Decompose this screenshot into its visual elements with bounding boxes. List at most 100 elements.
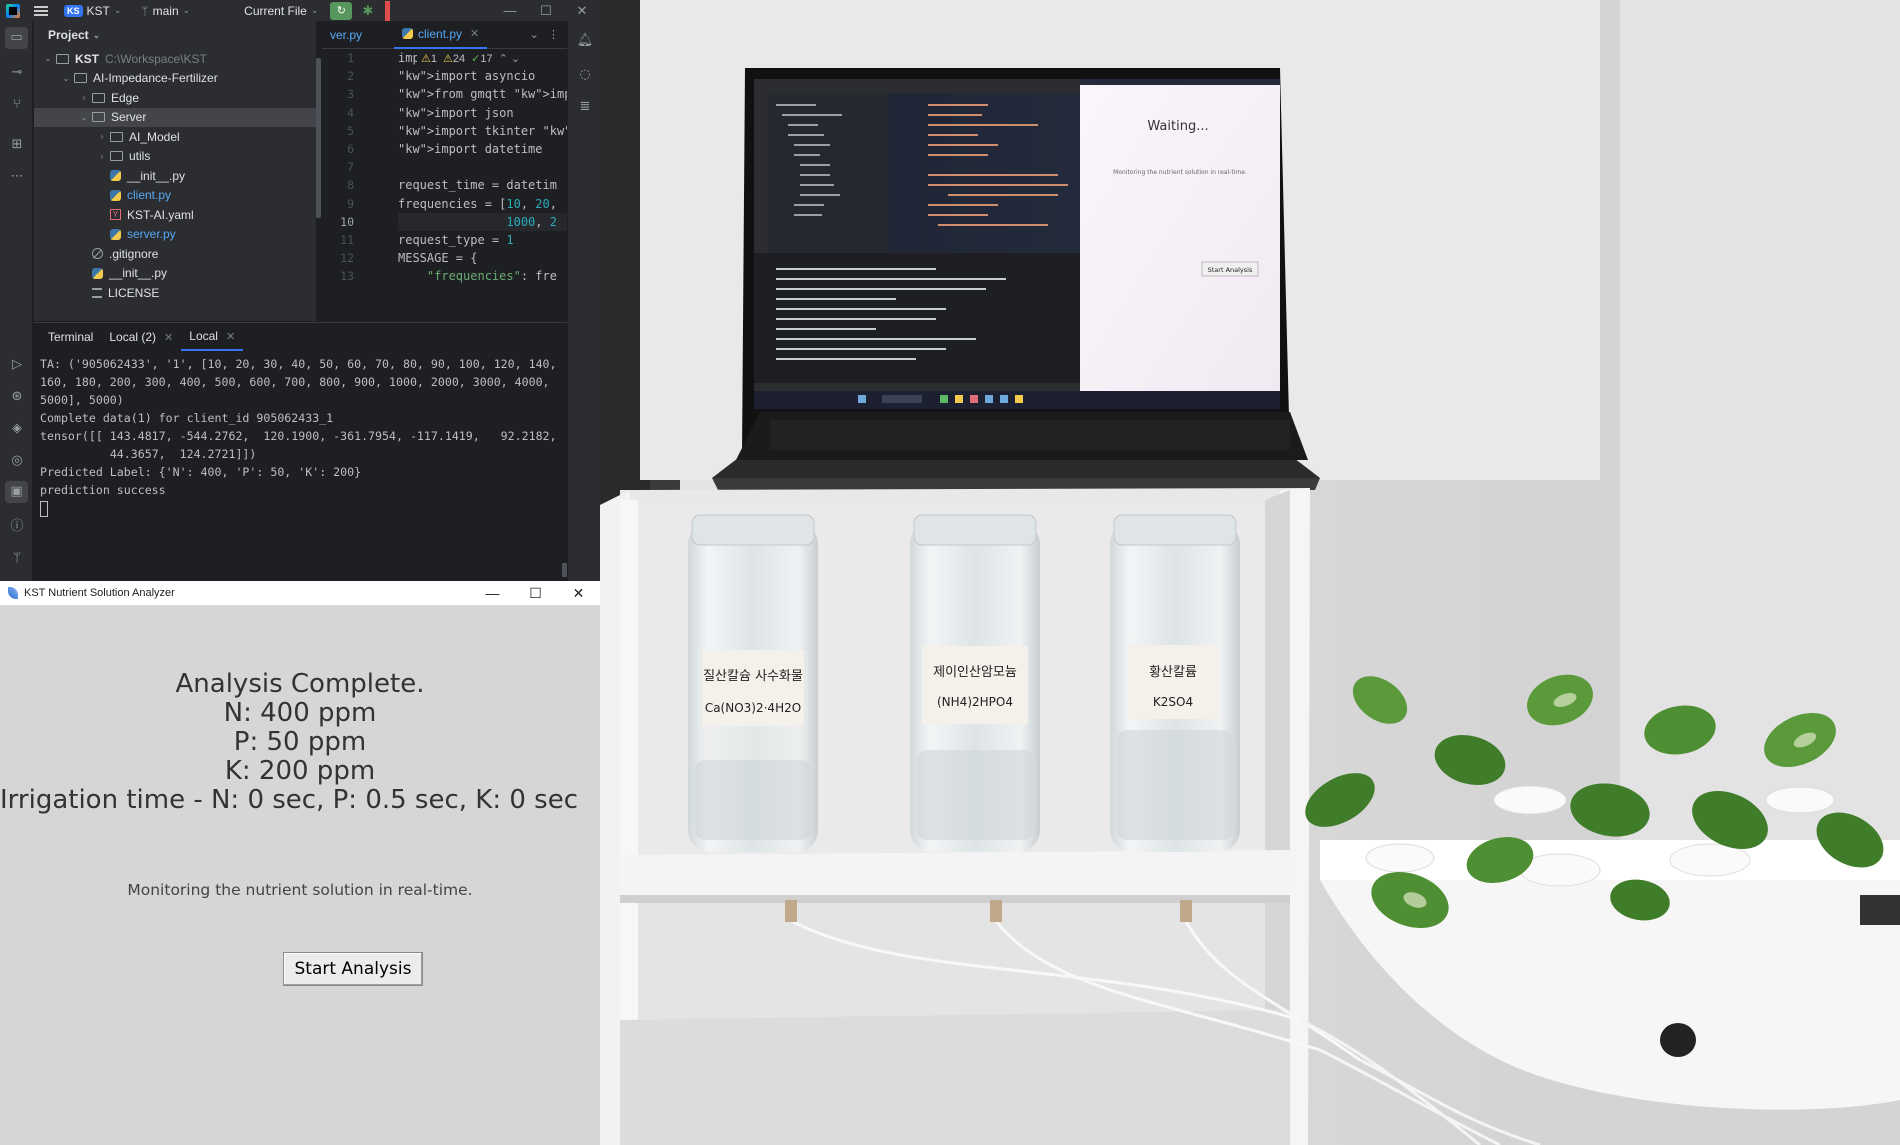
notifications-icon[interactable]: 🔔︎ xyxy=(576,33,594,49)
tree-item[interactable]: › Edge xyxy=(34,88,316,108)
code-line[interactable]: "kw">from gmqtt "kw">import Clie xyxy=(398,85,567,103)
code-line[interactable]: "kw">import tkinter "kw">as tk xyxy=(398,122,567,140)
terminal-line: 44.3657, 124.2721]]) xyxy=(40,447,257,461)
chevron-right-icon[interactable]: › xyxy=(78,93,90,102)
code-line[interactable]: request_type = 1 xyxy=(398,231,567,249)
database-icon[interactable]: ≣ xyxy=(576,99,594,115)
tree-item[interactable]: ⌄ AI-Impedance-Fertilizer xyxy=(34,69,316,89)
project-switcher[interactable]: KS KST ⌄ xyxy=(58,0,127,21)
tree-item[interactable]: __init__.py xyxy=(34,264,316,284)
project-panel: Project ⌄ ⌄ KST C:\Workspace\KST ⌄ AI-Impeda… xyxy=(34,21,316,321)
python-console-icon[interactable]: ⊛ xyxy=(8,389,26,405)
tree-item[interactable]: LICENSE xyxy=(34,283,316,303)
rerun-button[interactable]: ↻ xyxy=(330,1,353,20)
terminal-line: Complete data(1) for client_id 905062433… xyxy=(40,411,334,425)
tree-item[interactable]: server.py xyxy=(34,225,316,245)
run-tool-icon[interactable]: ▷ xyxy=(8,357,26,373)
stop-indicator[interactable] xyxy=(385,0,391,21)
services-icon[interactable]: ◎ xyxy=(8,453,26,469)
project-tool-icon[interactable]: ▭ xyxy=(5,27,28,49)
chevron-down-icon[interactable]: ⌄ xyxy=(60,74,72,83)
tree-item[interactable]: ⌄ KST C:\Workspace\KST xyxy=(34,49,316,69)
code-line[interactable] xyxy=(398,158,567,176)
branch-icon: ᛘ xyxy=(141,3,149,18)
chevron-down-icon[interactable]: ⌄ xyxy=(78,113,90,122)
tree-item[interactable]: › AI_Model xyxy=(34,127,316,147)
chevron-right-icon[interactable]: › xyxy=(96,132,108,141)
project-panel-header[interactable]: Project ⌄ xyxy=(34,21,316,49)
project-scrollbar[interactable] xyxy=(316,58,321,218)
close-tab-icon[interactable]: ✕ xyxy=(226,330,235,343)
status-message: Monitoring the nutrient solution in real… xyxy=(127,881,473,899)
tree-item[interactable]: client.py xyxy=(34,186,316,206)
setup-photo: Waiting... Monitoring the nutrient solut… xyxy=(600,0,1900,1145)
project-tree: ⌄ KST C:\Workspace\KST ⌄ AI-Impedance-Fertil… xyxy=(34,49,316,303)
project-panel-title: Project xyxy=(48,28,89,42)
jar-3: 황산칼륨 K2SO4 xyxy=(1110,514,1240,852)
inspections-widget[interactable]: ⚠1 ⚠24 ✓17 ⌃ ⌄ xyxy=(417,52,525,65)
chevron-right-icon[interactable]: › xyxy=(96,152,108,161)
tree-item[interactable]: __init__.py xyxy=(34,166,316,186)
tree-item[interactable]: ⌄ Server xyxy=(34,107,316,127)
tk-feather-icon xyxy=(8,587,18,599)
more-tools-icon[interactable]: ⋯ xyxy=(8,169,26,185)
code-line[interactable]: "kw">import asyncio xyxy=(398,67,567,85)
minimize-icon[interactable]: — xyxy=(471,585,514,602)
tab-local[interactable]: Local ✕ xyxy=(181,323,244,351)
commit-icon[interactable]: ⊸ xyxy=(8,65,26,81)
branch-switcher[interactable]: ᛘ main ⌄ xyxy=(135,0,196,21)
navigate-arrows-icon[interactable]: ⌃ ⌄ xyxy=(499,52,521,65)
terminal-output[interactable]: TA: ('905062433', '1', [10, 20, 30, 40, … xyxy=(34,351,567,521)
code-line[interactable]: 1000, 2 xyxy=(398,212,567,231)
pycharm-logo-icon xyxy=(6,3,20,18)
close-icon[interactable]: ✕ xyxy=(557,585,600,602)
code-line[interactable]: "frequencies": fre xyxy=(398,267,567,285)
ai-assistant-icon[interactable]: ◌ xyxy=(576,67,594,83)
tab-label: ver.py xyxy=(330,27,363,42)
code-line[interactable]: "kw">import datetime xyxy=(398,140,567,158)
tree-item[interactable]: .gitignore xyxy=(34,244,316,264)
pull-requests-icon[interactable]: ⑂ xyxy=(8,97,26,113)
window-title: KST Nutrient Solution Analyzer xyxy=(24,587,175,599)
terminal-tool-icon[interactable]: ▣ xyxy=(5,481,28,503)
terminal-line: tensor([[ 143.4817, -544.2762, 120.1900,… xyxy=(40,429,557,443)
project-name: KST xyxy=(86,3,110,18)
python-packages-icon[interactable]: ◈ xyxy=(8,421,26,437)
terminal-line: prediction success xyxy=(40,483,166,497)
code-line[interactable]: request_time = datetim xyxy=(398,176,567,194)
folder-icon xyxy=(110,131,123,142)
line-number: 11 xyxy=(340,232,354,247)
code-line[interactable]: frequencies = [10, 20, xyxy=(398,195,567,213)
code-lines[interactable]: imp "kw">import asyncio "kw">from gmqtt "k… xyxy=(398,49,567,285)
start-analysis-button[interactable]: Start Analysis xyxy=(283,952,423,986)
tab-server-py[interactable]: ver.py xyxy=(322,21,370,49)
close-tab-icon[interactable]: ✕ xyxy=(164,331,173,344)
maximize-icon[interactable]: ☐ xyxy=(514,585,557,602)
structure-icon[interactable]: ⊞ xyxy=(8,137,26,153)
tab-client-py[interactable]: client.py ✕ xyxy=(394,21,488,49)
debug-icon[interactable]: ✱ xyxy=(362,3,373,19)
maximize-icon[interactable]: ☐ xyxy=(528,3,564,19)
close-icon[interactable]: ✕ xyxy=(564,3,600,19)
terminal-scrollbar[interactable] xyxy=(562,563,567,577)
terminal-cursor[interactable] xyxy=(40,499,561,517)
tree-item[interactable]: Y KST-AI.yaml xyxy=(34,205,316,225)
chevron-down-icon: ⌄ xyxy=(113,5,122,15)
close-tab-icon[interactable]: ✕ xyxy=(470,27,479,40)
line-number: 8 xyxy=(347,178,354,193)
main-menu-icon[interactable] xyxy=(34,5,48,16)
code-line[interactable]: MESSAGE = { xyxy=(398,249,567,267)
code-editor[interactable]: ver.py client.py ✕ ⌄ ⋮ 1 2 3 4 5 6 7 8 9 10 11 12 13… xyxy=(322,21,567,321)
tabs-dropdown-icon[interactable]: ⌄ ⋮ xyxy=(522,28,567,41)
line-number: 1 xyxy=(347,51,354,65)
chevron-down-icon[interactable]: ⌄ xyxy=(42,54,54,63)
run-config-label: Current File xyxy=(244,3,307,18)
git-icon[interactable]: ᛘ xyxy=(8,551,26,567)
minimize-icon[interactable]: — xyxy=(492,3,528,19)
tree-item[interactable]: › utils xyxy=(34,147,316,167)
tab-local-2[interactable]: Local (2) ✕ xyxy=(101,323,181,351)
code-line[interactable]: "kw">import json xyxy=(398,104,567,122)
run-config-selector[interactable]: Current File ⌄ xyxy=(238,0,324,21)
laptop-start-button: Start Analysis xyxy=(1208,266,1253,274)
problems-icon[interactable]: ⓘ xyxy=(8,519,26,535)
